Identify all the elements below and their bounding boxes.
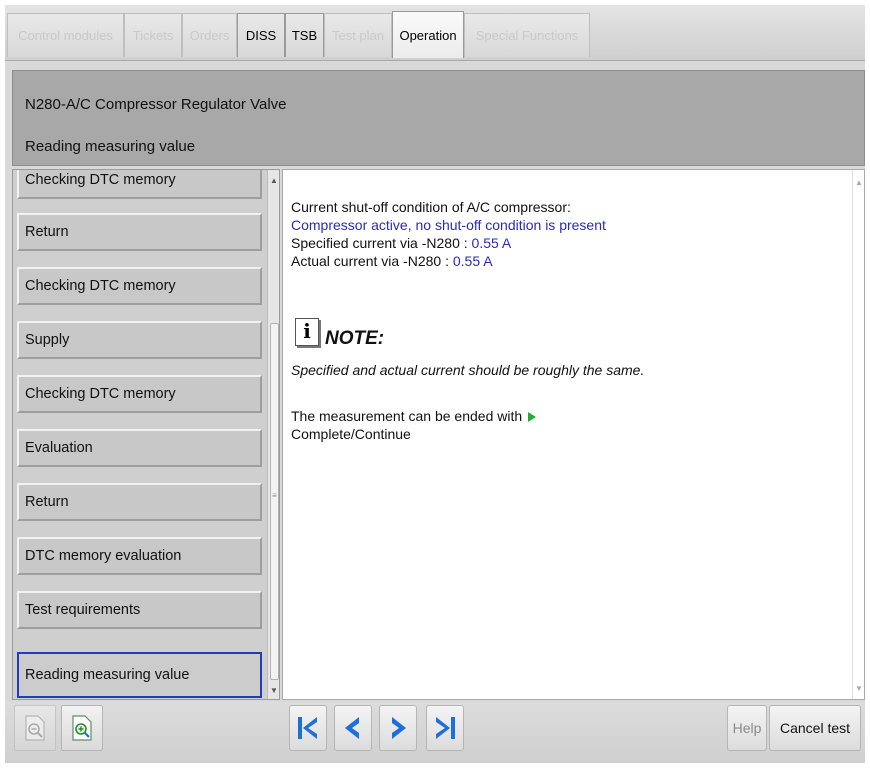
scroll-thumb[interactable] — [270, 323, 279, 680]
step-list: Checking DTC memory Return Checking DTC … — [12, 169, 280, 700]
condition-value: Compressor active, no shut-off condition… — [291, 217, 606, 233]
specified-current-label: Specified current via -N280 : — [291, 235, 472, 251]
operation-header: N280-A/C Compressor Regulator Valve Read… — [12, 70, 865, 166]
actual-current-line: Actual current via -N280 : 0.55 A — [291, 253, 493, 269]
condition-label: Current shut-off condition of A/C compre… — [291, 199, 571, 215]
scroll-down-icon[interactable]: ▼ — [855, 684, 863, 693]
tab-diss[interactable]: DISS — [237, 13, 285, 57]
step-item[interactable]: Checking DTC memory — [17, 375, 262, 413]
cancel-test-button[interactable]: Cancel test — [769, 705, 861, 751]
content-scrollbar[interactable]: ▲ ▼ — [852, 170, 864, 699]
info-icon: i — [295, 318, 319, 346]
step-item[interactable]: DTC memory evaluation — [17, 537, 262, 575]
tab-bar: Control modules Tickets Orders DISS TSB … — [5, 5, 865, 61]
note-title: NOTE: — [325, 328, 385, 349]
step-title: Reading measuring value — [25, 138, 196, 155]
end-text: The measurement can be ended with — [291, 408, 523, 424]
tab-special-functions[interactable]: Special Functions — [464, 13, 590, 57]
scroll-grip-icon: ≡ — [272, 491, 277, 500]
zoom-out-icon — [25, 715, 45, 741]
step-item[interactable]: Supply — [17, 321, 262, 359]
measurement-content: Current shut-off condition of A/C compre… — [282, 169, 865, 700]
scroll-up-icon[interactable]: ▲ — [855, 178, 863, 187]
step-item[interactable]: Test requirements — [17, 591, 262, 629]
scroll-down-icon[interactable]: ▼ — [270, 686, 278, 695]
step-item[interactable]: Checking DTC memory — [17, 170, 262, 199]
previous-icon — [345, 717, 359, 739]
previous-step-button[interactable] — [334, 705, 372, 751]
first-step-button[interactable] — [289, 705, 327, 751]
end-instruction: The measurement can be ended with — [291, 408, 537, 424]
next-step-button[interactable] — [379, 705, 417, 751]
step-item[interactable]: Checking DTC memory — [17, 267, 262, 305]
scroll-up-icon[interactable]: ▲ — [270, 176, 278, 185]
specified-current-value: 0.55 A — [471, 235, 512, 251]
last-step-button[interactable] — [426, 705, 464, 751]
app-window: Control modules Tickets Orders DISS TSB … — [5, 5, 865, 763]
zoom-out-button[interactable] — [14, 705, 56, 751]
play-icon — [528, 412, 537, 423]
actual-current-label: Actual current via -N280 : — [291, 253, 453, 269]
tab-orders[interactable]: Orders — [182, 13, 237, 57]
first-icon — [298, 717, 317, 739]
step-item[interactable]: Return — [17, 213, 262, 251]
note-text: Specified and actual current should be r… — [291, 362, 645, 378]
actual-current-value: 0.55 A — [452, 253, 493, 269]
tab-tsb[interactable]: TSB — [285, 13, 324, 57]
step-item[interactable]: Evaluation — [17, 429, 262, 467]
tab-tickets[interactable]: Tickets — [124, 13, 182, 57]
tab-operation[interactable]: Operation — [392, 11, 464, 58]
last-icon — [436, 717, 455, 739]
tab-control-modules[interactable]: Control modules — [7, 13, 124, 57]
component-title: N280-A/C Compressor Regulator Valve — [25, 96, 287, 113]
zoom-in-icon — [72, 715, 92, 741]
end-action: Complete/Continue — [291, 426, 411, 442]
step-item-selected[interactable]: Reading measuring value — [17, 652, 262, 698]
tab-test-plan[interactable]: Test plan — [324, 13, 392, 57]
step-item[interactable]: Return — [17, 483, 262, 521]
specified-current-line: Specified current via -N280 : 0.55 A — [291, 235, 511, 251]
step-list-scrollbar[interactable]: ▲ ≡ ▼ — [267, 170, 279, 699]
zoom-in-button[interactable] — [61, 705, 103, 751]
help-button[interactable]: Help — [727, 705, 767, 751]
next-icon — [392, 717, 406, 739]
